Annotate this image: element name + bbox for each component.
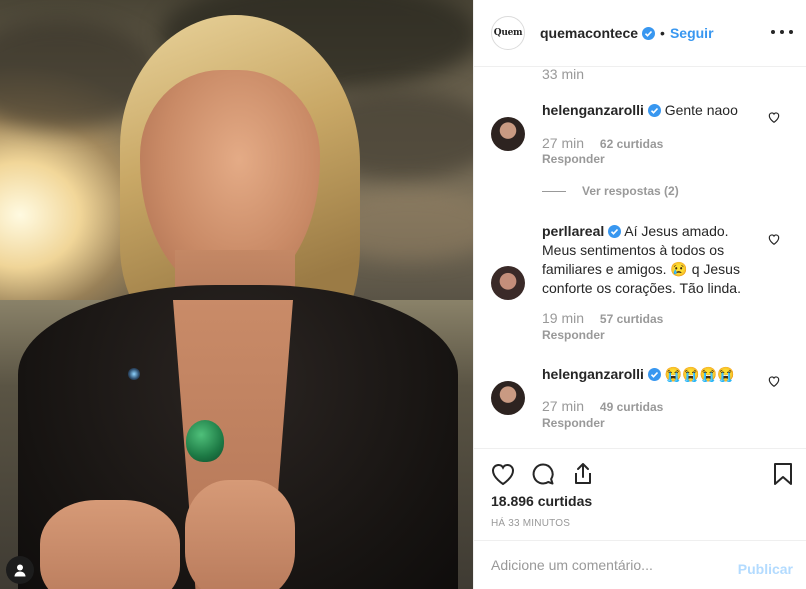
commenter-avatar[interactable] xyxy=(491,381,525,415)
post-side-panel: Quem quemacontece • Seguir 33 min heleng… xyxy=(473,0,806,589)
add-comment-bar: Publicar xyxy=(474,540,806,589)
heart-icon[interactable] xyxy=(767,110,781,124)
commenter-avatar[interactable] xyxy=(491,266,525,300)
caption-time: 33 min xyxy=(542,67,585,82)
comment-content: Gente naoo xyxy=(664,102,738,118)
bookmark-icon[interactable] xyxy=(770,461,796,487)
avatar-logo-text: Quem xyxy=(493,28,523,38)
reply-button[interactable]: Responder xyxy=(542,152,605,166)
comment-likes[interactable]: 57 curtidas xyxy=(600,312,663,326)
reply-button[interactable]: Responder xyxy=(542,328,605,342)
more-options-icon[interactable] xyxy=(771,22,793,42)
comment-text: helenganzarolli 😭😭😭😭 xyxy=(542,365,762,384)
account-username[interactable]: quemacontece xyxy=(540,25,638,41)
verified-badge-icon xyxy=(647,104,661,117)
comment-time[interactable]: 27 min xyxy=(542,398,584,414)
like-heart-icon[interactable] xyxy=(490,461,516,487)
verified-badge-icon xyxy=(608,225,622,238)
publish-button[interactable]: Publicar xyxy=(738,561,793,577)
comment-meta: 27 min 62 curtidas xyxy=(542,135,663,151)
tagged-users-button[interactable] xyxy=(6,556,34,584)
comment-meta: 27 min 49 curtidas xyxy=(542,398,663,414)
comment-time[interactable]: 27 min xyxy=(542,135,584,151)
comment-time[interactable]: 19 min xyxy=(542,310,584,326)
like-count[interactable]: 18.896 curtidas xyxy=(491,493,592,509)
commenter-username[interactable]: helenganzarolli xyxy=(542,102,644,118)
comment-likes[interactable]: 62 curtidas xyxy=(600,137,663,151)
verified-badge-icon xyxy=(647,368,661,381)
comment-bubble-icon[interactable] xyxy=(530,461,556,487)
view-replies-button[interactable]: Ver respostas (2) xyxy=(542,184,679,198)
comment-likes[interactable]: 49 curtidas xyxy=(600,400,663,414)
view-replies-label: Ver respostas (2) xyxy=(582,184,679,198)
share-icon[interactable] xyxy=(570,461,596,487)
user-icon xyxy=(14,564,26,577)
reply-button[interactable]: Responder xyxy=(542,416,605,430)
comment-input[interactable] xyxy=(491,554,731,576)
comment-text: helenganzarolli Gente naoo xyxy=(542,101,762,120)
account-avatar[interactable]: Quem xyxy=(491,16,525,50)
post-actions: 18.896 curtidas HÁ 33 MINUTOS xyxy=(474,448,806,540)
comments-list[interactable]: 33 min helenganzarolli Gente naoo 27 min… xyxy=(474,67,806,448)
comment-content: 😭😭😭😭 xyxy=(664,366,735,382)
commenter-username[interactable]: perllareal xyxy=(542,223,604,239)
reply-line-divider xyxy=(542,190,566,192)
commenter-username[interactable]: helenganzarolli xyxy=(542,366,644,382)
post-header: Quem quemacontece • Seguir xyxy=(474,0,806,67)
comment-text: perllareal Aí Jesus amado. Meus sentimen… xyxy=(542,222,762,298)
follow-button[interactable]: Seguir xyxy=(670,25,714,41)
post-timestamp[interactable]: HÁ 33 MINUTOS xyxy=(491,518,570,529)
comment-meta: 19 min 57 curtidas xyxy=(542,310,663,326)
heart-icon[interactable] xyxy=(767,232,781,246)
verified-badge-icon xyxy=(642,26,656,40)
commenter-avatar[interactable] xyxy=(491,117,525,151)
separator-dot: • xyxy=(660,25,665,41)
heart-icon[interactable] xyxy=(767,374,781,388)
post-photo[interactable] xyxy=(0,0,473,589)
